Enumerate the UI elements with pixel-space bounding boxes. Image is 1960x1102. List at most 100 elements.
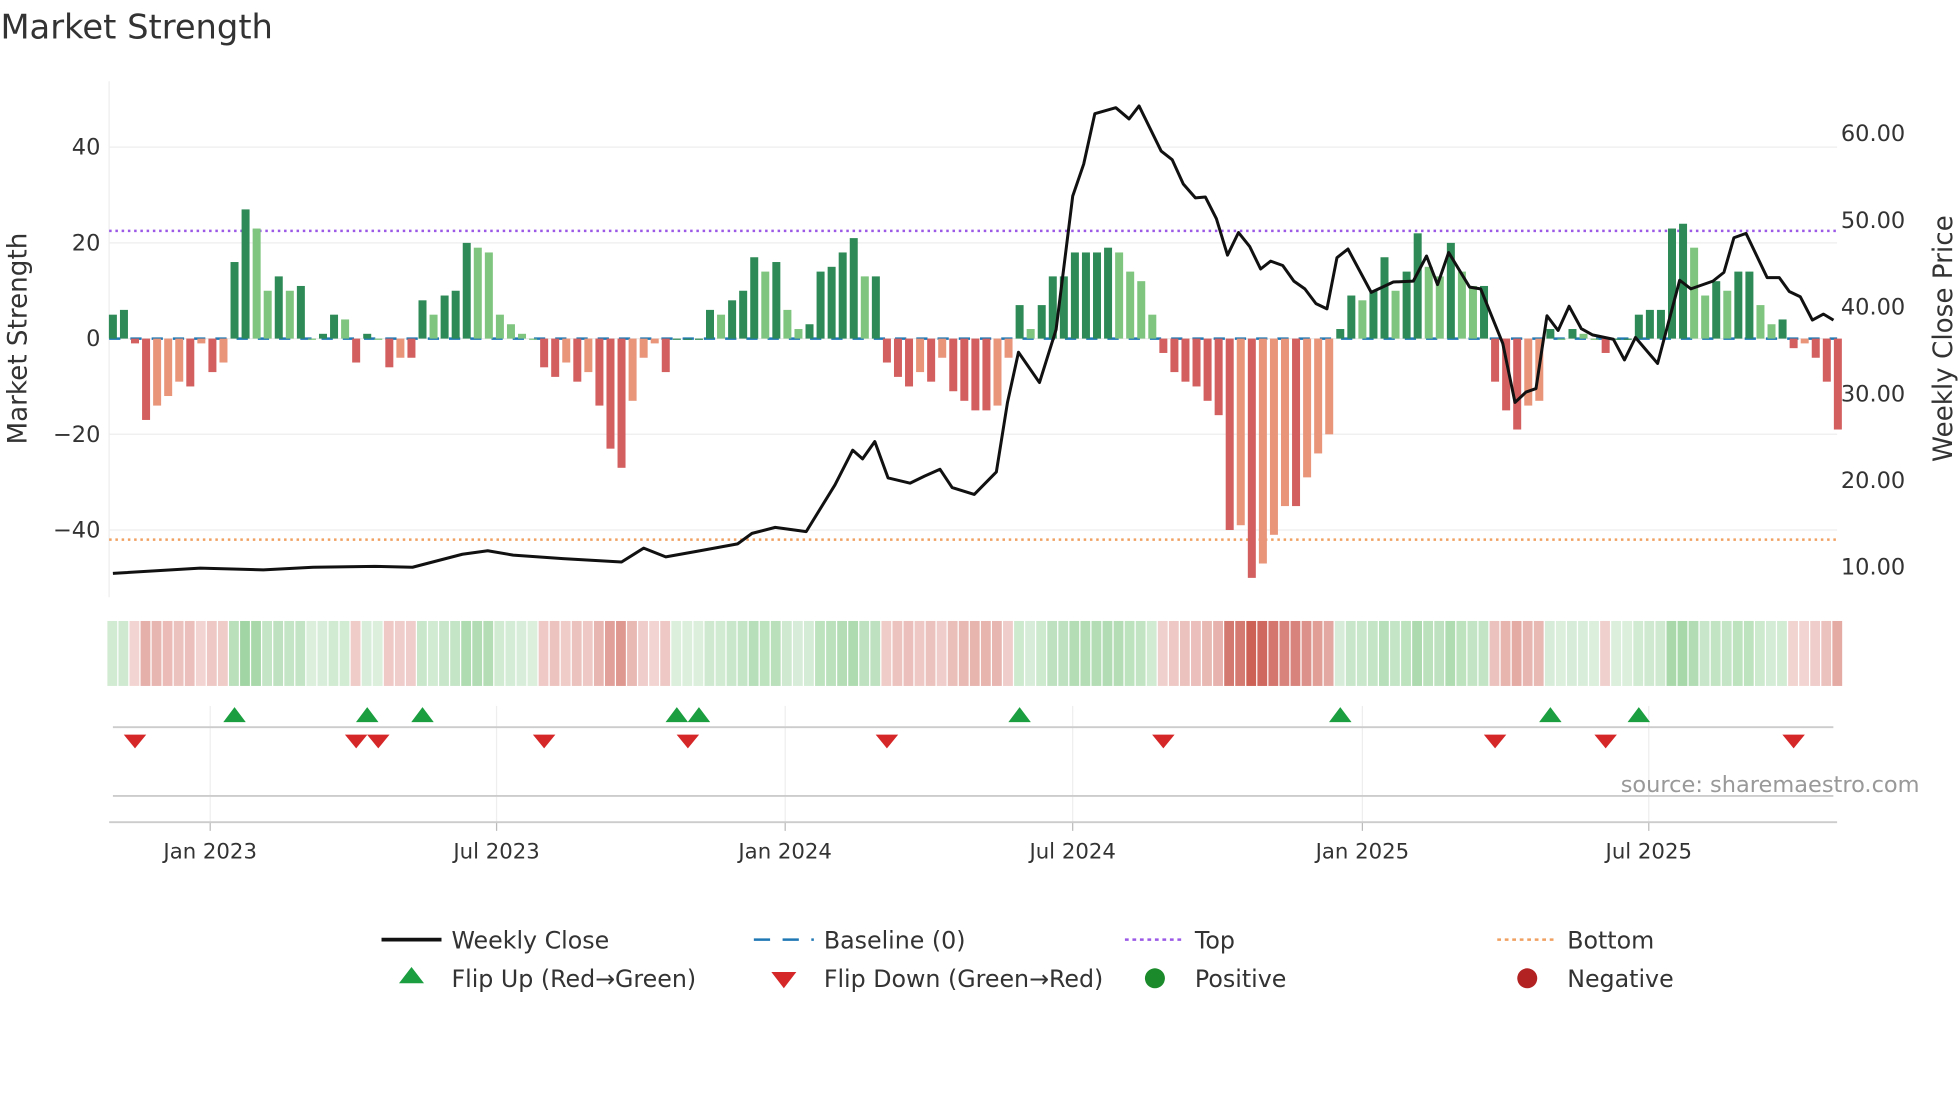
strip-cell (361, 620, 372, 686)
strip-cell (1633, 620, 1644, 686)
strength-bar (1756, 305, 1765, 339)
strength-bar (1004, 338, 1013, 358)
x-tick-label: Jan 2025 (1314, 839, 1410, 864)
strip-cell (1157, 620, 1168, 686)
strength-bar (296, 285, 305, 339)
strip-cell (1113, 620, 1124, 686)
strip-cell (715, 620, 726, 686)
strip-cell (627, 620, 637, 686)
strip-cell (1069, 620, 1080, 686)
strip-cell (1367, 620, 1378, 686)
strip-cell (162, 620, 173, 686)
strip-cell (1268, 620, 1279, 686)
strip-cell (770, 620, 781, 686)
flip-up-marker (1627, 707, 1651, 723)
strip-cell (107, 620, 118, 686)
strength-bar (1822, 338, 1831, 382)
y-tick-label: 40 (72, 135, 101, 161)
strip-cell (439, 620, 449, 686)
strength-bar (993, 338, 1002, 406)
strip-cell (483, 620, 494, 686)
y-tick-label: −40 (53, 518, 100, 544)
flip-down-marker (1594, 734, 1617, 749)
y2-tick-label: 20.00 (1841, 468, 1905, 494)
strength-bar (1214, 338, 1223, 416)
strength-bar (263, 290, 272, 339)
strip-cell (1080, 620, 1091, 686)
strip-cell (1478, 620, 1489, 686)
strength-bar (750, 257, 759, 339)
strip-cell (1533, 620, 1544, 686)
strength-bar (1037, 305, 1046, 339)
legend: Weekly Close Baseline (0) Top Bottom Flip Up… (381, 926, 1674, 993)
strip-cell (229, 620, 239, 686)
strip-cell (1677, 620, 1688, 686)
strip-cell (1467, 620, 1478, 686)
strip-cell (660, 620, 671, 686)
strip-cell (372, 620, 383, 686)
strength-bar (241, 209, 250, 339)
strength-bar (352, 338, 361, 363)
strip-cell (1390, 620, 1400, 686)
strength-bar (142, 338, 151, 420)
strip-cell (284, 620, 295, 686)
strip-cell (1666, 620, 1677, 686)
strip-cell (527, 620, 538, 686)
strength-bar (153, 338, 162, 406)
legend-label: Top (1194, 926, 1235, 954)
strip-cell (792, 620, 803, 686)
strength-bar (816, 271, 825, 339)
strip-cell (1644, 620, 1655, 686)
strip-cell (251, 620, 261, 686)
y-tick-label: 0 (86, 326, 100, 352)
strip-cell (1047, 620, 1058, 686)
strip-cell (969, 620, 980, 686)
strength-bar (1225, 338, 1234, 531)
strip-cell (1345, 620, 1356, 686)
strip-cell (649, 620, 660, 686)
legend-item-circle-green: Positive (1144, 965, 1286, 993)
strength-bar (374, 338, 383, 340)
strength-bar (1745, 271, 1754, 339)
strength-bar (1601, 338, 1610, 353)
strip-cell (1014, 620, 1024, 686)
strength-bar (1656, 309, 1665, 339)
strip-cell (306, 620, 317, 686)
x-tick-label: Jan 2023 (161, 839, 257, 864)
strip-cell (804, 620, 814, 686)
strength-bars (108, 209, 1842, 578)
strip-cell (1511, 620, 1522, 686)
y2-tick-label: 30.00 (1841, 381, 1905, 407)
strength-bar (1159, 338, 1168, 353)
strength-heat-strip (107, 620, 1843, 686)
strength-bar (717, 314, 726, 339)
strength-bar (1170, 338, 1179, 373)
strength-bar (252, 228, 261, 339)
strength-bar (1579, 333, 1588, 339)
strip-cell (1555, 620, 1566, 686)
strip-cell (1179, 620, 1190, 686)
time-axis: Jan 2023 Jul 2023 Jan 2024 Jul 2024 Jan 2025… (109, 821, 1838, 864)
strip-cell (991, 620, 1002, 686)
x-tick-label: Jul 2023 (451, 839, 539, 864)
strip-cell (616, 620, 626, 686)
strength-bar (595, 338, 604, 406)
strength-bar (484, 252, 493, 339)
strength-bar (562, 338, 571, 363)
strip-cell (560, 620, 571, 686)
legend-item-line: Weekly Close (381, 926, 609, 954)
y-tick-label: −20 (53, 422, 100, 448)
strip-cell (593, 620, 604, 686)
x-tick-label: Jul 2025 (1604, 839, 1692, 864)
strength-bar (794, 329, 803, 339)
strip-cell (129, 620, 140, 686)
strength-bar (518, 333, 527, 339)
strip-cell (1235, 620, 1246, 686)
strength-bar (1203, 338, 1212, 401)
strength-bar (330, 314, 339, 339)
strength-bar (849, 238, 858, 339)
strip-cell (958, 620, 969, 686)
flip-up-marker (1539, 707, 1562, 723)
strip-cell (925, 620, 936, 686)
strip-cell (1102, 620, 1113, 686)
